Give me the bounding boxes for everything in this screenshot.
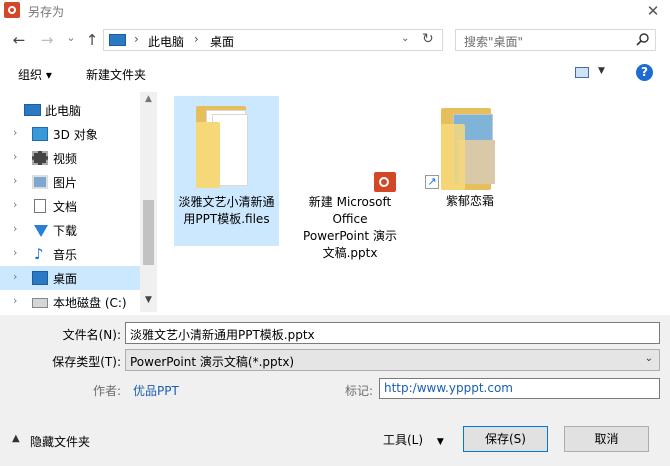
- computer-icon: [24, 104, 41, 116]
- chevron-down-icon: ▼: [436, 437, 444, 447]
- title-bar: [0, 0, 670, 22]
- sidebar-item-this-pc[interactable]: 此电脑: [0, 98, 140, 122]
- window-title: 另存为: [28, 5, 65, 19]
- sidebar-item-music[interactable]: › ♪ 音乐: [0, 242, 140, 266]
- scroll-down-icon[interactable]: ▼: [140, 295, 157, 305]
- recent-locations-button[interactable]: ⌄: [60, 27, 82, 49]
- chevron-right-icon[interactable]: ›: [13, 174, 17, 187]
- file-name: 新建 Microsoft Office PowerPoint 演示文稿.pptx: [303, 195, 397, 260]
- chevron-down-icon[interactable]: ⌄: [645, 353, 653, 364]
- chevron-right-icon[interactable]: ›: [13, 270, 17, 283]
- sidebar-item-label: 音乐: [53, 248, 78, 262]
- search-icon[interactable]: [636, 32, 650, 46]
- filename-field[interactable]: 淡雅文艺小清新通用PPT模板.pptx: [125, 322, 660, 344]
- app-icon: [4, 2, 20, 18]
- file-name: 紫郁恋霜: [445, 194, 494, 208]
- chevron-right-icon[interactable]: ›: [13, 150, 17, 163]
- drive-icon: [32, 298, 48, 308]
- close-button[interactable]: ✕: [636, 0, 670, 22]
- file-item-shortcut[interactable]: ↗ 紫郁恋霜: [415, 100, 525, 215]
- breadcrumb-this-pc[interactable]: 此电脑: [148, 33, 184, 50]
- chevron-right-icon[interactable]: ›: [13, 222, 17, 235]
- sidebar-item-pictures[interactable]: › 图片: [0, 170, 140, 194]
- desktop-icon: [32, 271, 48, 285]
- view-dropdown-icon[interactable]: ▼: [598, 66, 605, 76]
- hide-folders-button[interactable]: 隐藏文件夹: [30, 433, 90, 450]
- navigation-pane: 此电脑 › 3D 对象 › 视频 › 图片 › 文档 › 下载 › ♪ 音乐 ›…: [0, 92, 157, 312]
- cancel-button[interactable]: 取消: [564, 426, 649, 452]
- tags-label: 标记:: [344, 384, 373, 398]
- filetype-select[interactable]: PowerPoint 演示文稿(*.pptx) ⌄: [125, 349, 660, 371]
- computer-icon: [109, 34, 126, 46]
- sidebar-item-label: 此电脑: [45, 104, 82, 118]
- sidebar-item-label: 下载: [53, 224, 78, 238]
- sidebar-item-documents[interactable]: › 文档: [0, 194, 140, 218]
- file-item-pptx[interactable]: 新建 Microsoft Office PowerPoint 演示文稿.pptx: [300, 165, 400, 265]
- author-label: 作者:: [92, 384, 121, 398]
- sidebar-item-local-disk[interactable]: › 本地磁盘 (C:): [0, 290, 140, 312]
- refresh-icon[interactable]: ↻: [422, 31, 434, 47]
- sidebar-item-label: 视频: [53, 152, 78, 166]
- save-button[interactable]: 保存(S): [463, 426, 548, 452]
- forward-button[interactable]: →: [36, 29, 58, 51]
- search-input[interactable]: 搜索"桌面": [464, 33, 523, 50]
- breadcrumb-desktop[interactable]: 桌面: [210, 33, 234, 50]
- view-icon[interactable]: [575, 67, 589, 78]
- sidebar-item-label: 桌面: [53, 272, 78, 286]
- chevron-right-icon[interactable]: ›: [13, 294, 17, 307]
- new-folder-button[interactable]: 新建文件夹: [86, 66, 146, 83]
- music-icon: ♪: [34, 245, 44, 263]
- download-icon: [34, 225, 48, 237]
- filetype-label: 保存类型(T):: [52, 355, 121, 369]
- sidebar-item-3d-objects[interactable]: › 3D 对象: [0, 122, 140, 146]
- help-icon[interactable]: ?: [636, 64, 653, 81]
- tags-field[interactable]: http:/www.ypppt.com: [379, 378, 660, 399]
- sidebar-item-downloads[interactable]: › 下载: [0, 218, 140, 242]
- breadcrumb-separator[interactable]: ›: [194, 32, 199, 46]
- sidebar-item-videos[interactable]: › 视频: [0, 146, 140, 170]
- author-value[interactable]: 优品PPT: [133, 382, 179, 399]
- chevron-right-icon[interactable]: ›: [13, 126, 17, 139]
- file-item-folder[interactable]: 淡雅文艺小清新通用PPT模板.files: [174, 96, 279, 246]
- scrollbar-thumb[interactable]: [143, 200, 154, 265]
- breadcrumb-separator[interactable]: ›: [134, 32, 139, 46]
- back-button[interactable]: ←: [8, 29, 30, 51]
- video-icon: [32, 151, 48, 165]
- sidebar-item-desktop[interactable]: › 桌面: [0, 266, 140, 290]
- organize-menu[interactable]: 组织 ▾: [18, 66, 52, 83]
- document-icon: [34, 199, 46, 213]
- search-box[interactable]: 搜索"桌面": [455, 29, 656, 51]
- scroll-up-icon[interactable]: ▲: [140, 94, 157, 104]
- collapse-icon[interactable]: ▲: [12, 433, 20, 444]
- cube-icon: [32, 127, 48, 141]
- file-name: 淡雅文艺小清新通用PPT模板.files: [178, 195, 275, 226]
- chevron-down-icon[interactable]: ⌄: [401, 33, 409, 44]
- up-button[interactable]: ↑: [81, 29, 103, 51]
- pictures-icon: [32, 175, 48, 189]
- sidebar-item-label: 本地磁盘 (C:): [53, 296, 127, 310]
- tools-menu[interactable]: 工具(L) ▼: [383, 431, 444, 448]
- sidebar-item-label: 3D 对象: [53, 128, 98, 142]
- chevron-right-icon[interactable]: ›: [13, 246, 17, 259]
- chevron-right-icon[interactable]: ›: [13, 198, 17, 211]
- filename-label: 文件名(N):: [62, 328, 121, 342]
- tools-label: 工具(L): [383, 433, 424, 447]
- address-bar[interactable]: › 此电脑 › 桌面 ⌄ ↻: [103, 29, 443, 51]
- powerpoint-icon: [374, 172, 396, 192]
- sidebar-item-label: 文档: [53, 200, 78, 214]
- sidebar-item-label: 图片: [53, 176, 78, 190]
- filetype-value: PowerPoint 演示文稿(*.pptx): [130, 355, 295, 369]
